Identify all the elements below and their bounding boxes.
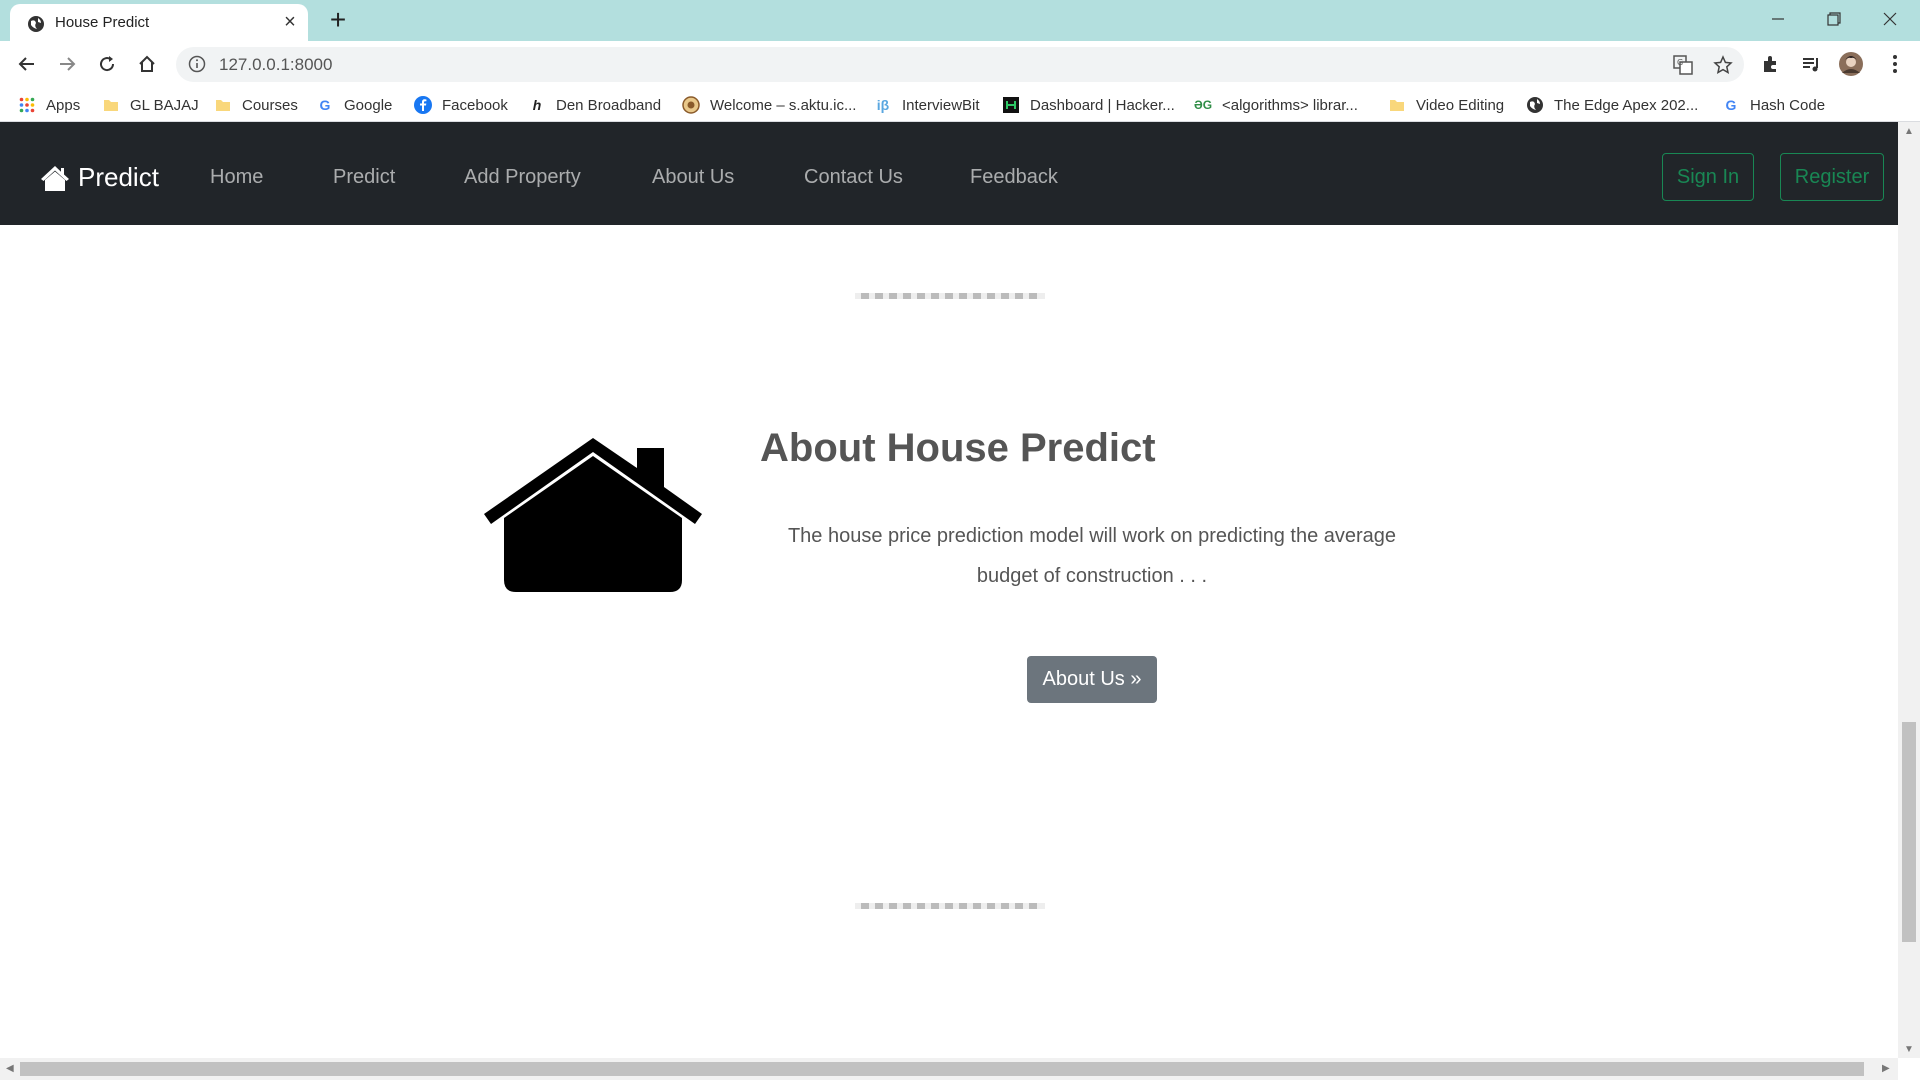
nav-link-about-us[interactable]: About Us xyxy=(652,166,734,189)
vertical-scrollbar[interactable]: ▲ ▼ xyxy=(1898,122,1920,1058)
bookmark-facebook[interactable]: Facebook xyxy=(414,94,508,116)
scroll-left-icon[interactable]: ◀ xyxy=(6,1063,14,1074)
about-description: The house price prediction model will wo… xyxy=(787,525,1397,587)
about-us-button[interactable]: About Us » xyxy=(1027,656,1157,703)
google-icon: G xyxy=(319,97,331,113)
bookmark-label: InterviewBit xyxy=(902,96,980,114)
bookmark-google[interactable]: G Google xyxy=(316,94,393,116)
about-title: About House Predict xyxy=(760,426,1156,470)
house-icon xyxy=(41,165,69,191)
avatar[interactable] xyxy=(1838,51,1864,77)
browser-tab[interactable]: House Predict × xyxy=(10,4,308,41)
google-icon: G xyxy=(1725,97,1737,113)
vertical-scroll-thumb[interactable] xyxy=(1902,722,1916,942)
browser-tabstrip: House Predict × + xyxy=(0,0,1920,41)
bookmark-label: GL BAJAJ xyxy=(130,96,199,114)
close-tab-icon[interactable]: × xyxy=(280,12,300,32)
bookmark-label: Google xyxy=(344,96,393,114)
nav-link-home[interactable]: Home xyxy=(210,166,263,189)
folder-icon xyxy=(102,96,120,114)
bookmark-aktu[interactable]: Welcome – s.aktu.ic... xyxy=(682,94,856,116)
reload-icon[interactable] xyxy=(94,51,120,77)
folder-icon xyxy=(1388,96,1406,114)
svg-text:G: G xyxy=(1677,58,1683,67)
scroll-right-icon[interactable]: ▶ xyxy=(1882,1063,1890,1074)
horizontal-scrollbar[interactable]: ◀ ▶ xyxy=(0,1058,1898,1080)
bookmark-label: Den Broadband xyxy=(556,96,662,114)
bookmark-label: Courses xyxy=(242,96,298,114)
restore-icon[interactable] xyxy=(1810,0,1858,38)
site-navbar: Predict Home Predict Add Property About … xyxy=(0,122,1898,225)
bookmark-hash-code[interactable]: G Hash Code xyxy=(1722,94,1826,116)
horizontal-scroll-thumb[interactable] xyxy=(20,1062,1864,1076)
bookmark-label: Dashboard | Hacker... xyxy=(1030,96,1175,114)
bookmark-gfg[interactable]: ƏG <algorithms> librar... xyxy=(1194,94,1358,116)
brand-text: Predict xyxy=(78,162,159,192)
house-icon xyxy=(484,438,702,592)
nav-link-feedback[interactable]: Feedback xyxy=(970,166,1058,189)
folder-icon xyxy=(214,96,232,114)
bookmark-edge-apex[interactable]: The Edge Apex 202... xyxy=(1526,94,1698,116)
translate-icon[interactable]: G xyxy=(1672,54,1694,76)
bookmark-interviewbit[interactable]: iβ InterviewBit xyxy=(874,94,980,116)
home-icon[interactable] xyxy=(134,51,160,77)
scroll-up-icon[interactable]: ▲ xyxy=(1904,126,1914,137)
interviewbit-icon: iβ xyxy=(876,97,890,113)
nav-link-add-property[interactable]: Add Property xyxy=(464,166,581,189)
scroll-down-icon[interactable]: ▼ xyxy=(1904,1044,1914,1055)
bookmark-hackerrank[interactable]: Dashboard | Hacker... xyxy=(1002,94,1175,116)
bookmark-label: Apps xyxy=(46,96,81,114)
minimize-icon[interactable] xyxy=(1754,0,1802,38)
bookmark-label: Video Editing xyxy=(1416,96,1505,114)
browser-toolbar: 127.0.0.1:8000 G xyxy=(0,41,1920,88)
bookmarks-bar: Apps GL BAJAJ Courses G Google Facebook … xyxy=(0,88,1920,122)
back-icon[interactable] xyxy=(14,51,40,77)
gfg-icon: ƏG xyxy=(1193,98,1213,112)
section-divider xyxy=(855,293,1045,299)
den-icon: h xyxy=(532,97,542,113)
nav-link-predict[interactable]: Predict xyxy=(333,166,395,189)
bookmark-star-icon[interactable] xyxy=(1712,54,1734,76)
hackerrank-icon xyxy=(1002,96,1020,114)
globe-icon xyxy=(1526,96,1544,114)
navbar-brand[interactable]: Predict xyxy=(40,162,159,193)
bookmark-courses[interactable]: Courses xyxy=(214,94,298,116)
bookmark-label: The Edge Apex 202... xyxy=(1554,96,1699,114)
url-text[interactable]: 127.0.0.1:8000 xyxy=(219,55,332,75)
sign-in-button[interactable]: Sign In xyxy=(1662,153,1754,201)
forward-icon[interactable] xyxy=(54,51,80,77)
bookmark-label: Welcome – s.aktu.ic... xyxy=(710,96,857,114)
media-control-icon[interactable] xyxy=(1798,51,1824,77)
extensions-icon[interactable] xyxy=(1758,51,1784,77)
new-tab-icon[interactable]: + xyxy=(324,6,352,34)
apps-grid-icon xyxy=(18,96,36,114)
bookmark-apps[interactable]: Apps xyxy=(18,94,80,116)
nav-link-contact-us[interactable]: Contact Us xyxy=(804,166,903,189)
section-divider xyxy=(855,903,1045,909)
bookmark-gl-bajaj[interactable]: GL BAJAJ xyxy=(102,94,199,116)
register-button[interactable]: Register xyxy=(1780,153,1884,201)
bookmark-video-editing[interactable]: Video Editing xyxy=(1388,94,1504,116)
bookmark-label: Hash Code xyxy=(1750,96,1826,114)
address-bar[interactable]: 127.0.0.1:8000 G xyxy=(176,47,1744,82)
facebook-icon xyxy=(414,96,432,114)
bookmark-label: Facebook xyxy=(442,96,508,114)
bookmark-den-broadband[interactable]: h Den Broadband xyxy=(528,94,661,116)
bookmark-label: <algorithms> librar... xyxy=(1222,96,1358,114)
aktu-icon xyxy=(682,96,700,114)
globe-icon xyxy=(28,16,44,32)
close-window-icon[interactable] xyxy=(1866,0,1914,38)
menu-dots-icon[interactable] xyxy=(1882,51,1908,77)
tab-title: House Predict xyxy=(55,14,150,31)
info-icon[interactable] xyxy=(188,55,206,73)
